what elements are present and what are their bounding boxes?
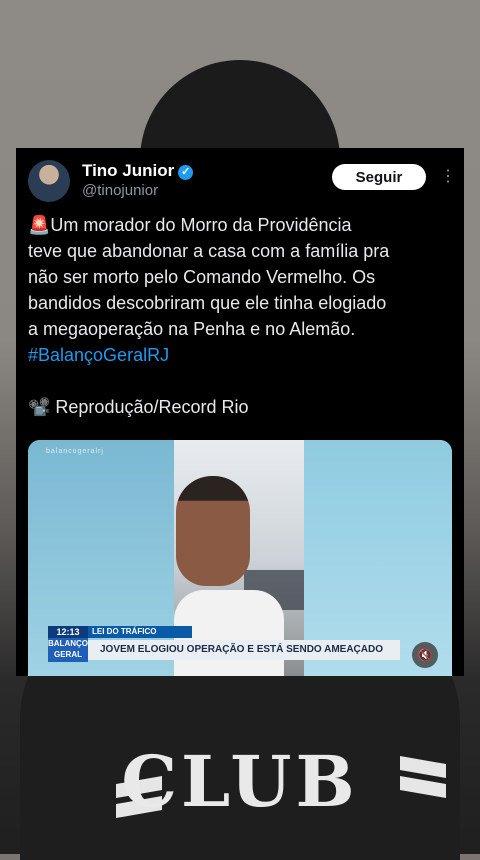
more-options-icon[interactable]: ⋮: [440, 166, 456, 186]
tweet-text-line: não ser morto pelo Comando Vermelho. Os: [28, 267, 376, 287]
avatar[interactable]: [28, 160, 70, 202]
tweet-text-line: 🚨Um morador do Morro da Providência: [28, 215, 352, 235]
broadcast-time: 12:13: [48, 626, 88, 638]
hashtag-link[interactable]: #BalançoGeralRJ: [28, 342, 458, 368]
follow-button[interactable]: Seguir: [332, 164, 426, 190]
video-watermark: balancogeralrj: [46, 448, 104, 455]
program-logo-line: BALANÇO: [48, 639, 88, 648]
program-logo: BALANÇO GERAL: [48, 638, 88, 662]
person-face-image: [176, 476, 250, 586]
embedded-video[interactable]: balancogeralrj 12:13 LEI DO TRÁFICO BALA…: [28, 440, 452, 676]
tweet-text-line: teve que abandonar a casa com a família …: [28, 241, 390, 261]
author-handle[interactable]: @tinojunior: [82, 182, 158, 199]
tweet-text-line: bandidos descobriram que ele tinha elogi…: [28, 293, 387, 313]
tweet-text: 🚨Um morador do Morro da Providência teve…: [28, 212, 458, 420]
broadcast-headline: JOVEM ELOGIOU OPERAÇÃO E ESTÁ SENDO AMEA…: [88, 640, 400, 660]
mute-icon[interactable]: 🔇: [412, 642, 438, 668]
shirt-print-text: CLUB: [121, 740, 359, 823]
author-name[interactable]: Tino Junior ✓: [82, 161, 194, 181]
tweet-card[interactable]: Tino Junior ✓ @tinojunior Seguir ⋮ 🚨Um mo…: [16, 148, 464, 676]
program-logo-line: GERAL: [54, 650, 82, 659]
verified-badge-icon: ✓: [178, 165, 194, 180]
tweet-text-line: a megaoperação na Penha e no Alemão.: [28, 319, 356, 339]
media-credit: 📽️ Reprodução/Record Rio: [28, 397, 249, 417]
broadcast-topic: LEI DO TRÁFICO: [88, 626, 192, 638]
author-name-text: Tino Junior: [82, 161, 175, 180]
